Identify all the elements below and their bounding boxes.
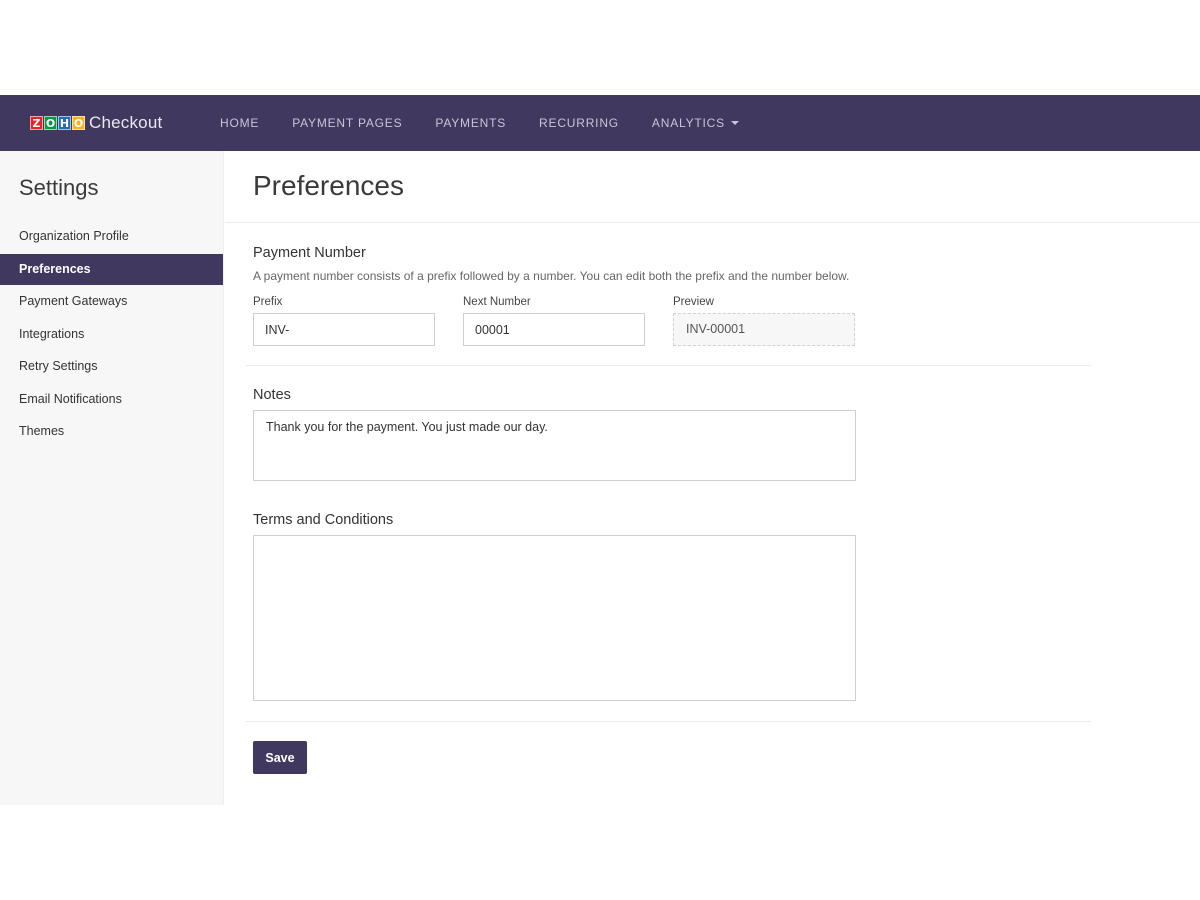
next-number-label: Next Number (463, 296, 531, 308)
terms-label: Terms and Conditions (253, 512, 394, 528)
sidebar-item-organization-profile[interactable]: Organization Profile (0, 221, 223, 252)
next-number-input[interactable] (463, 313, 645, 346)
main-nav: HOME PAYMENT PAGES PAYMENTS RECURRING AN… (220, 116, 772, 130)
nav-payment-pages[interactable]: PAYMENT PAGES (292, 116, 402, 130)
prefix-label: Prefix (253, 296, 283, 308)
preview-field: Preview INV-00001 (673, 296, 855, 346)
sidebar-item-preferences[interactable]: Preferences (0, 253, 223, 285)
page-header: Preferences (225, 151, 1200, 223)
payment-number-helper: A payment number consists of a prefix fo… (253, 269, 850, 283)
terms-section: Terms and Conditions (225, 512, 1070, 701)
sidebar-item-payment-gateways[interactable]: Payment Gateways (0, 286, 223, 317)
zoho-letter-o1: O (44, 116, 57, 130)
next-number-field: Next Number (463, 296, 645, 346)
settings-sidebar: Settings Organization Profile Preference… (0, 151, 224, 805)
payment-number-fields: Prefix Next Number Preview INV-00001 (253, 296, 1070, 346)
nav-recurring[interactable]: RECURRING (539, 116, 619, 130)
sidebar-item-email-notifications[interactable]: Email Notifications (0, 384, 223, 415)
nav-home-label: HOME (220, 116, 260, 130)
zoho-logo-icon: Z O H O (30, 116, 85, 130)
sidebar-item-retry-settings[interactable]: Retry Settings (0, 351, 223, 382)
zoho-letter-h: H (58, 116, 71, 130)
payment-number-heading: Payment Number (253, 245, 366, 261)
preview-label: Preview (673, 296, 714, 308)
nav-analytics-dropdown[interactable]: ANALYTICS (652, 116, 739, 130)
brand-logo[interactable]: Z O H O Checkout (30, 113, 220, 133)
nav-payments[interactable]: PAYMENTS (435, 116, 506, 130)
prefix-field: Prefix (253, 296, 435, 346)
preview-value: INV-00001 (673, 313, 855, 346)
nav-recurring-label: RECURRING (539, 116, 619, 130)
top-navbar: Z O H O Checkout HOME PAYMENT PAGES PAYM… (0, 95, 1200, 151)
nav-home[interactable]: HOME (220, 116, 259, 130)
nav-analytics-label: ANALYTICS (651, 116, 725, 130)
notes-label: Notes (253, 387, 291, 403)
sidebar-item-integrations[interactable]: Integrations (0, 319, 223, 350)
main-content: Preferences Payment Number A payment num… (225, 151, 1200, 805)
sidebar-item-themes[interactable]: Themes (0, 416, 223, 447)
terms-textarea[interactable] (253, 535, 856, 701)
form-actions: Save (225, 741, 1070, 774)
nav-payment-pages-label: PAYMENT PAGES (292, 116, 403, 130)
section-divider (246, 365, 1091, 366)
caret-down-icon (730, 121, 739, 125)
brand-name: Checkout (89, 113, 163, 132)
prefix-input[interactable] (253, 313, 435, 346)
save-button[interactable]: Save (253, 741, 307, 774)
payment-number-section: Payment Number A payment number consists… (225, 245, 1070, 346)
nav-payments-label: PAYMENTS (435, 116, 507, 130)
notes-textarea[interactable] (253, 410, 856, 481)
app-window: Z O H O Checkout HOME PAYMENT PAGES PAYM… (0, 95, 1200, 805)
page-title: Preferences (253, 170, 404, 201)
zoho-letter-o2: O (72, 116, 85, 130)
footer-divider (246, 721, 1091, 722)
zoho-letter-z: Z (30, 116, 43, 130)
notes-section: Notes (225, 387, 1070, 481)
sidebar-title: Settings (19, 175, 99, 200)
